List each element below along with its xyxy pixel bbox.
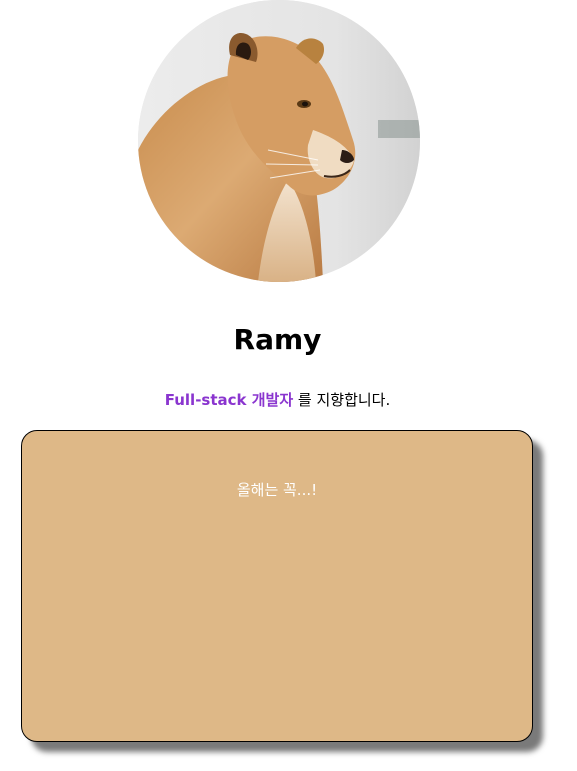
- profile-name: Ramy: [233, 323, 322, 356]
- lioness-photo-icon: [138, 0, 420, 282]
- role-suffix: 를 지향합니다.: [293, 391, 391, 409]
- profile-tagline: Full-stack 개발자 를 지향합니다.: [0, 389, 555, 410]
- profile-avatar: [138, 0, 420, 282]
- card-message: 올해는 꼭...!: [236, 481, 318, 499]
- role-highlight: Full-stack 개발자: [164, 391, 294, 409]
- message-card: 올해는 꼭...!: [21, 430, 533, 742]
